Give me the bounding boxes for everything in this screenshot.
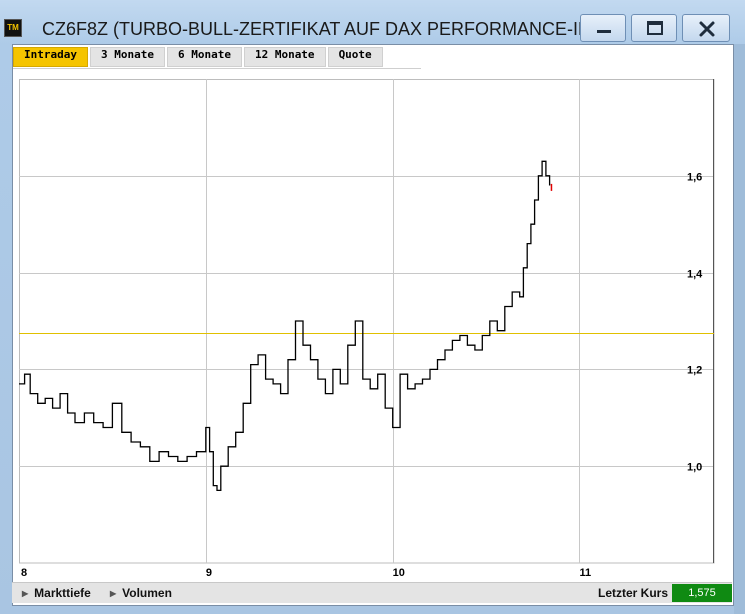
window: TM CZ6F8Z (TURBO-BULL-ZERTIFIKAT AUF DAX… xyxy=(0,0,745,614)
tab-quote[interactable]: Quote xyxy=(327,47,383,67)
minimize-icon xyxy=(597,30,611,33)
app-icon: TM xyxy=(4,19,22,37)
period-tabs: Intraday 3 Monate 6 Monate 12 Monate Quo… xyxy=(13,47,385,67)
y-tick-label: 1,6 xyxy=(687,172,702,184)
tab-divider xyxy=(13,68,421,69)
plot-area xyxy=(19,79,715,564)
y-tick-label: 1,4 xyxy=(687,269,703,281)
close-icon xyxy=(699,21,715,37)
maximize-icon xyxy=(647,21,663,35)
minimize-button[interactable] xyxy=(580,14,626,42)
close-button[interactable] xyxy=(682,14,730,42)
window-edge xyxy=(734,44,745,614)
volumen-label: Volumen xyxy=(122,586,172,600)
last-price-label: Letzter Kurs xyxy=(598,586,669,600)
markttiefe-label: Markttiefe xyxy=(34,586,91,600)
y-tick-label: 1,0 xyxy=(687,462,702,474)
expand-arrow-icon: ▶ xyxy=(22,589,29,598)
x-tick-label: 11 xyxy=(579,567,591,579)
tab-12-monate[interactable]: 12 Monate xyxy=(243,47,326,67)
tab-3-monate[interactable]: 3 Monate xyxy=(89,47,165,67)
y-tick-label: 1,2 xyxy=(687,365,702,377)
tab-6-monate[interactable]: 6 Monate xyxy=(166,47,242,67)
expand-arrow-icon: ▶ xyxy=(110,589,117,598)
markttiefe-toggle[interactable]: ▶ Markttiefe xyxy=(22,583,91,603)
x-tick-label: 9 xyxy=(206,567,212,579)
volumen-toggle[interactable]: ▶ Volumen xyxy=(110,583,172,603)
maximize-button[interactable] xyxy=(631,14,677,42)
bottom-bar: ▶ Markttiefe ▶ Volumen Letzter Kurs 1,575 xyxy=(12,582,732,603)
price-chart[interactable]: 8 9 10 11 1,0 1,2 1,4 1,6 xyxy=(19,79,725,584)
title-bar[interactable]: TM CZ6F8Z (TURBO-BULL-ZERTIFIKAT AUF DAX… xyxy=(0,0,745,44)
x-tick-label: 10 xyxy=(393,567,405,579)
x-tick-label: 8 xyxy=(21,567,27,579)
tab-intraday[interactable]: Intraday xyxy=(13,47,88,67)
window-title: CZ6F8Z (TURBO-BULL-ZERTIFIKAT AUF DAX PE… xyxy=(42,19,620,39)
last-price-value: 1,575 xyxy=(672,584,732,602)
chart-panel: Intraday 3 Monate 6 Monate 12 Monate Quo… xyxy=(12,44,734,606)
